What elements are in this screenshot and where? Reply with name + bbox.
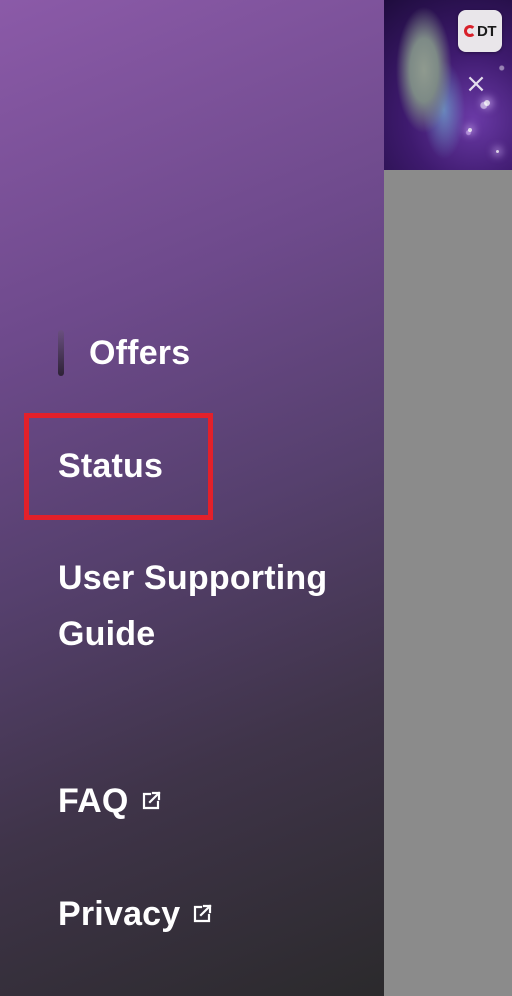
nav-item-label: FAQ	[58, 782, 129, 820]
close-icon[interactable]: ×	[460, 68, 492, 100]
sparkle-decoration	[496, 150, 499, 153]
nav-item-label: Privacy	[58, 895, 181, 933]
nav-item-privacy[interactable]: Privacy	[58, 886, 212, 942]
external-link-icon	[141, 791, 161, 811]
sparkle-decoration	[468, 128, 472, 132]
nav-item-label: Offers	[89, 334, 191, 372]
brand-logo-text: DT	[477, 22, 497, 40]
app-content-backdrop[interactable]: DT ×	[384, 0, 512, 996]
brand-logo-mark-icon	[464, 25, 476, 37]
nav-item-faq[interactable]: FAQ	[58, 773, 161, 829]
highlight-box	[24, 413, 213, 520]
active-indicator	[58, 330, 64, 376]
brand-logo[interactable]: DT	[458, 10, 502, 52]
nav-item-user-supporting-guide[interactable]: User Supporting Guide	[58, 550, 358, 662]
external-link-icon	[192, 904, 212, 924]
nav-item-offers[interactable]: Offers	[58, 325, 190, 381]
sparkle-decoration	[484, 100, 490, 106]
